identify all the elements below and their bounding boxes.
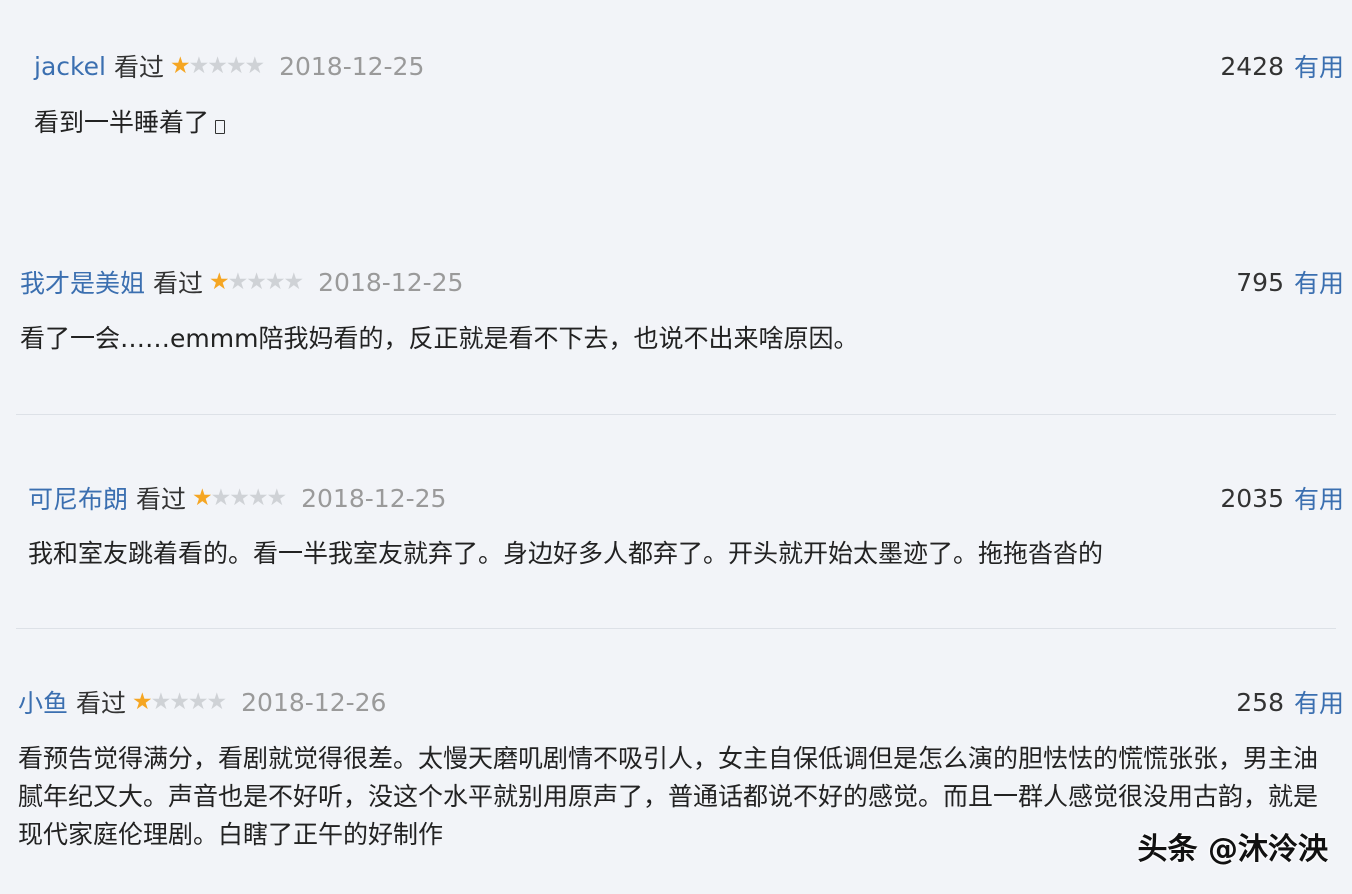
star-icon: ★ xyxy=(229,485,250,511)
review-date: 2018-12-26 xyxy=(241,687,387,717)
star-icon: ★ xyxy=(207,53,228,79)
review-text: 我和室友跳着看的。看一半我室友就弃了。身边好多人都弃了。开头就开始太墨迹了。拖拖… xyxy=(28,539,1104,568)
review-date: 2018-12-25 xyxy=(318,267,464,297)
useful-vote: 2428 有用 xyxy=(1220,48,1344,84)
review-header: jackel 看过 ★ ★ ★ ★ ★ 2018-12-25 xyxy=(34,48,424,84)
star-icon: ★ xyxy=(227,269,249,295)
divider xyxy=(16,628,1336,629)
useful-count: 2428 xyxy=(1220,51,1284,81)
star-icon: ★ xyxy=(225,53,247,79)
useful-button[interactable]: 有用 xyxy=(1294,684,1344,720)
star-icon: ★ xyxy=(169,689,190,715)
review-username[interactable]: jackel xyxy=(34,52,106,81)
review-text: 看到一半睡着了 xyxy=(34,104,226,142)
review-username[interactable]: 小鱼 xyxy=(18,684,68,720)
watermark: 头条 @沐泠泱 xyxy=(1137,832,1328,867)
star-icon: ★ xyxy=(150,689,172,715)
review-header: 可尼布朗 看过 ★ ★ ★ ★ ★ 2018-12-25 xyxy=(28,480,446,516)
star-icon: ★ xyxy=(169,53,191,79)
divider xyxy=(16,414,1336,415)
rating-stars: ★ ★ ★ ★ ★ xyxy=(169,53,265,79)
star-icon: ★ xyxy=(246,269,267,295)
useful-count: 2035 xyxy=(1220,483,1284,513)
useful-button[interactable]: 有用 xyxy=(1294,264,1344,300)
star-icon: ★ xyxy=(188,53,210,79)
useful-vote: 258 有用 xyxy=(1236,684,1344,720)
review-date: 2018-12-25 xyxy=(301,483,447,513)
rating-stars: ★ ★ ★ ★ ★ xyxy=(209,269,305,295)
useful-vote: 795 有用 xyxy=(1236,264,1344,300)
useful-count: 795 xyxy=(1236,267,1284,297)
phone-icon xyxy=(215,120,226,134)
rating-stars: ★ ★ ★ ★ ★ xyxy=(192,485,288,511)
review-username[interactable]: 我才是美姐 xyxy=(20,264,145,300)
star-icon: ★ xyxy=(206,689,228,715)
review-text-content: 看到一半睡着了 xyxy=(34,108,210,137)
star-icon: ★ xyxy=(283,269,305,295)
review-date: 2018-12-25 xyxy=(279,51,425,81)
review-status: 看过 xyxy=(76,689,127,718)
review-status: 看过 xyxy=(153,269,204,298)
review-status: 看过 xyxy=(113,53,164,82)
review-header: 小鱼 看过 ★ ★ ★ ★ ★ 2018-12-26 xyxy=(18,684,386,720)
star-icon: ★ xyxy=(247,485,269,511)
review-status: 看过 xyxy=(136,485,187,514)
star-icon: ★ xyxy=(264,269,286,295)
star-icon: ★ xyxy=(209,269,230,295)
star-icon: ★ xyxy=(210,485,232,511)
rating-stars: ★ ★ ★ ★ ★ xyxy=(132,689,228,715)
review-username[interactable]: 可尼布朗 xyxy=(28,480,128,516)
star-icon: ★ xyxy=(132,689,153,715)
review-header: 我才是美姐 看过 ★ ★ ★ ★ ★ 2018-12-25 xyxy=(20,264,463,300)
review-text: 看了一会……emmm陪我妈看的，反正就是看不下去，也说不出来啥原因。 xyxy=(20,324,859,353)
useful-vote: 2035 有用 xyxy=(1220,480,1344,516)
star-icon: ★ xyxy=(192,485,213,511)
useful-button[interactable]: 有用 xyxy=(1294,480,1344,516)
star-icon: ★ xyxy=(244,53,265,79)
useful-button[interactable]: 有用 xyxy=(1294,48,1344,84)
star-icon: ★ xyxy=(187,689,209,715)
useful-count: 258 xyxy=(1236,687,1284,717)
star-icon: ★ xyxy=(266,485,288,511)
